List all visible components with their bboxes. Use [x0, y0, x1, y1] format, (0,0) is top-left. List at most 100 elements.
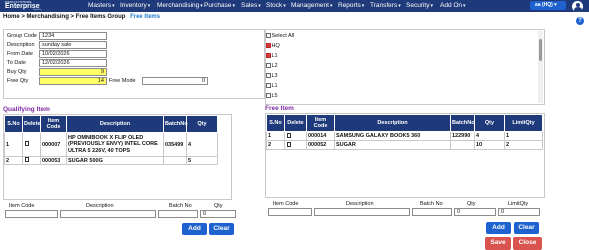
breadcrumb-merchandising[interactable]: Merchandising — [27, 14, 69, 20]
column-header: S.No — [266, 114, 285, 132]
f-item-code-input[interactable] — [268, 208, 312, 216]
f-description-input[interactable] — [314, 208, 410, 216]
menu-inventory[interactable]: Inventory▾ — [120, 2, 150, 9]
user-menu-button[interactable]: aa (HQ) ▾ — [530, 1, 566, 10]
avatar[interactable] — [572, 1, 583, 12]
description-label: Description — [7, 42, 35, 48]
table-row[interactable]: 1 000014 SAMSUNG GALAXY BOOK5 360 122990… — [266, 131, 543, 141]
menu-add-on[interactable]: Add On▾ — [440, 2, 466, 9]
table-row[interactable]: 1 000007 HP OMNIBOOK X FLIP OLED (PREVIO… — [4, 132, 218, 157]
column-header: BatchNo — [450, 114, 475, 132]
location-item-l1-alt[interactable]: L1 — [266, 83, 278, 89]
f-add-button[interactable]: Add — [486, 222, 511, 234]
location-item-l1[interactable]: L1 — [266, 53, 278, 59]
save-button[interactable]: Save — [485, 237, 511, 250]
logo-sub-text: RetailPos — [33, 9, 42, 11]
breadcrumb-free-items-group[interactable]: Free Items Group — [76, 14, 126, 20]
cell-description: SUGAR — [334, 140, 451, 150]
column-header: Item Code — [40, 115, 67, 133]
location-item-l3[interactable]: L3 — [266, 73, 278, 79]
group-code-field[interactable]: 1234 — [39, 32, 107, 40]
from-date-field[interactable]: 10/02/2026 — [39, 50, 107, 58]
table-row[interactable]: 2 000053 SUGAR 500G 5 — [4, 156, 218, 165]
location-label: Select All — [271, 33, 295, 39]
checkbox[interactable] — [266, 63, 271, 69]
q-description-input[interactable] — [60, 210, 156, 218]
location-item-l5[interactable]: L5 — [266, 93, 278, 99]
menu-purchase[interactable]: Purchase▾ — [204, 2, 235, 9]
q-add-button[interactable]: Add — [182, 223, 207, 235]
f-item-code-label: Item Code — [273, 201, 299, 207]
help-icon[interactable]: ? — [576, 17, 584, 25]
menu-sales[interactable]: Sales▾ — [241, 2, 261, 9]
f-clear-button[interactable]: Clear — [514, 222, 539, 234]
q-qty-label: Qty — [214, 203, 223, 209]
breadcrumb-home[interactable]: Home — [3, 14, 20, 20]
column-header: Qty — [474, 114, 505, 132]
to-date-field[interactable]: 12/02/2026 — [39, 59, 107, 67]
free-qty-field[interactable]: 14 — [39, 77, 107, 85]
table-row[interactable]: 2 000052 SUGAR 10 2 — [266, 140, 543, 150]
trash-icon[interactable] — [287, 141, 291, 147]
scrollbar-thumb[interactable] — [539, 39, 542, 61]
cell-batch — [450, 140, 475, 150]
checkbox-checked[interactable] — [266, 43, 271, 49]
column-header: Description — [334, 114, 451, 132]
menu-label: Security — [406, 2, 430, 9]
f-limit-qty-input[interactable]: 0 — [498, 208, 540, 216]
menu-stock[interactable]: Stock▾ — [266, 2, 286, 9]
menu-label: Management — [291, 2, 329, 9]
menu-merchandising[interactable]: Merchandising▾ — [157, 2, 203, 9]
group-form-panel: Group Code 1234 Description sunday sale … — [3, 29, 265, 99]
checkbox[interactable] — [266, 33, 271, 39]
q-qty-input[interactable]: 0 — [200, 210, 236, 218]
f-batch-input[interactable] — [412, 208, 452, 216]
column-header: LimitQty — [504, 114, 543, 132]
menu-security[interactable]: Security▾ — [406, 2, 433, 9]
delete-cell[interactable] — [22, 156, 41, 165]
chevron-down-icon: ▾ — [258, 3, 261, 9]
menu-reports[interactable]: Reports▾ — [338, 2, 364, 9]
app-logo[interactable]: MEDIASYSTEMS Enterprise RetailPos — [3, 0, 55, 12]
f-limit-qty-label: LimitQty — [508, 201, 529, 207]
cell-item-code: 000053 — [40, 156, 67, 165]
description-field[interactable]: sunday sale — [39, 41, 107, 49]
chevron-down-icon: ▾ — [554, 2, 557, 8]
trash-icon[interactable] — [25, 157, 29, 162]
qualifying-item-table: S.No Delete Item Code Description BatchN… — [4, 115, 218, 165]
q-batch-input[interactable] — [158, 210, 198, 218]
delete-cell[interactable] — [22, 132, 41, 157]
location-item-hq[interactable]: HQ — [266, 43, 280, 49]
q-item-code-input[interactable] — [5, 210, 58, 218]
checkbox-checked[interactable] — [266, 53, 271, 59]
chevron-down-icon: ▾ — [200, 3, 203, 9]
q-description-label: Description — [86, 203, 114, 209]
menu-masters[interactable]: Masters▾ — [88, 2, 115, 9]
menu-label: Sales — [241, 2, 258, 9]
column-header: Qty — [186, 115, 218, 133]
checkbox[interactable] — [266, 93, 271, 99]
delete-cell[interactable] — [284, 131, 307, 141]
menu-management[interactable]: Management▾ — [291, 2, 332, 9]
location-scrollbar[interactable] — [538, 31, 543, 103]
cell-sno: 1 — [266, 131, 285, 141]
delete-cell[interactable] — [284, 140, 307, 150]
checkbox[interactable] — [266, 83, 271, 89]
trash-icon[interactable] — [25, 141, 29, 146]
cell-description: SUGAR 500G — [66, 156, 164, 165]
checkbox[interactable] — [266, 73, 271, 79]
free-mode-field[interactable]: 0 — [142, 77, 208, 85]
cell-description: HP OMNIBOOK X FLIP OLED (PREVIOUSLY ENVY… — [66, 132, 164, 157]
cell-sno: 2 — [266, 140, 285, 150]
f-qty-input[interactable]: 0 — [454, 208, 496, 216]
buy-qty-field[interactable]: 9 — [39, 68, 107, 76]
location-item-l2[interactable]: L2 — [266, 63, 278, 69]
trash-icon[interactable] — [287, 132, 291, 138]
location-select-all[interactable]: Select All — [266, 33, 294, 39]
menu-transfers[interactable]: Transfers▾ — [370, 2, 401, 9]
close-button[interactable]: Close — [513, 237, 542, 250]
cell-qty: 5 — [186, 156, 218, 165]
free-item-table: S.No Delete Item Code Description BatchN… — [266, 114, 543, 150]
location-label: L3 — [271, 73, 278, 79]
q-clear-button[interactable]: Clear — [209, 223, 234, 235]
